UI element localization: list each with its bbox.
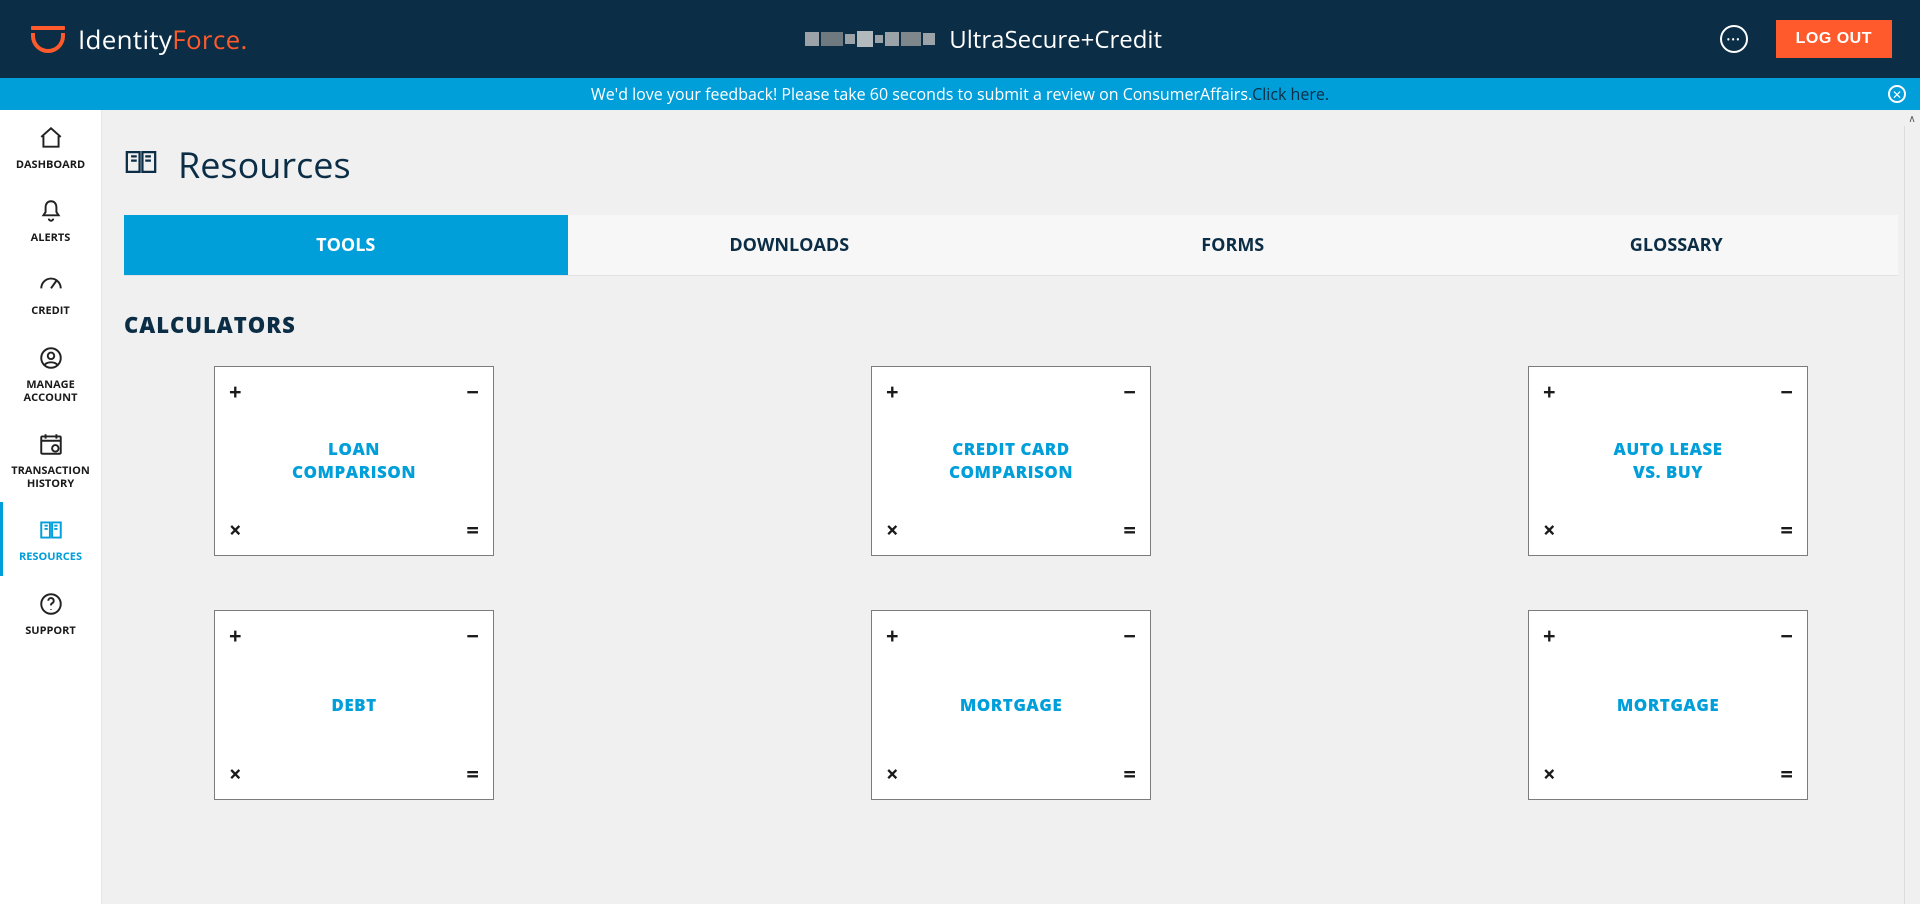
sidebar-item-label: CREDIT [31, 304, 70, 317]
calculator-mortgage-1[interactable]: + − × = MORTGAGE [871, 610, 1151, 800]
redacted-username [805, 31, 935, 47]
tab-forms[interactable]: FORMS [1011, 215, 1455, 275]
page-title: Resources [178, 140, 351, 189]
plus-icon: + [229, 621, 242, 651]
calculator-loan-comparison[interactable]: + − × = LOAN COMPARISON [214, 366, 494, 556]
main-content: Resources TOOLS DOWNLOADS FORMS GLOSSARY… [102, 110, 1920, 904]
brand-name-secondary: Force [172, 21, 240, 57]
plus-icon: + [229, 377, 242, 407]
tab-tools[interactable]: TOOLS [124, 215, 568, 275]
plus-icon: + [1543, 621, 1556, 651]
times-icon: × [229, 515, 242, 545]
calculator-title: AUTO LEASE VS. BUY [1614, 438, 1723, 484]
sidebar-item-label: RESOURCES [19, 550, 82, 563]
times-icon: × [1543, 759, 1556, 789]
app-header: IdentityForce. UltraSecure+Credit LOG OU… [0, 0, 1920, 78]
calculator-title: DEBT [331, 694, 376, 717]
minus-icon: − [1123, 377, 1136, 407]
section-title: CALCULATORS [124, 276, 1898, 366]
times-icon: × [886, 759, 899, 789]
plan-label: UltraSecure+Credit [949, 23, 1162, 56]
header-right: LOG OUT [1720, 20, 1892, 58]
brand-logo[interactable]: IdentityForce. [28, 19, 248, 59]
tab-label: FORMS [1201, 233, 1264, 257]
sidebar-item-label: SUPPORT [25, 624, 76, 637]
plus-icon: + [886, 377, 899, 407]
book-open-icon [124, 145, 158, 184]
equals-icon: = [1123, 759, 1136, 789]
book-icon [37, 516, 65, 544]
tab-label: GLOSSARY [1630, 233, 1723, 257]
gauge-icon [37, 270, 65, 298]
equals-icon: = [466, 759, 479, 789]
sidebar-item-resources[interactable]: RESOURCES [0, 502, 101, 575]
calculator-auto-lease-vs-buy[interactable]: + − × = AUTO LEASE VS. BUY [1528, 366, 1808, 556]
tab-label: DOWNLOADS [729, 233, 849, 257]
tab-downloads[interactable]: DOWNLOADS [568, 215, 1012, 275]
user-circle-icon [37, 344, 65, 372]
calculator-title: MORTGAGE [1617, 694, 1719, 717]
sidebar-item-alerts[interactable]: ALERTS [0, 183, 101, 256]
equals-icon: = [1780, 759, 1793, 789]
calculator-title: MORTGAGE [960, 694, 1062, 717]
sidebar-item-label: DASHBOARD [16, 158, 85, 171]
sidebar-item-dashboard[interactable]: DASHBOARD [0, 110, 101, 183]
logo-icon [28, 19, 68, 59]
minus-icon: − [1123, 621, 1136, 651]
sidebar-item-label: TRANSACTION HISTORY [11, 464, 90, 490]
brand-name: IdentityForce. [78, 21, 248, 57]
calculator-debt[interactable]: + − × = DEBT [214, 610, 494, 800]
page-header: Resources [124, 132, 1898, 215]
home-icon [37, 124, 65, 152]
sidebar-item-label: MANAGE ACCOUNT [24, 378, 78, 404]
help-icon [37, 590, 65, 618]
feedback-text: We'd love your feedback! Please take 60 … [591, 83, 1252, 105]
minus-icon: − [1780, 621, 1793, 651]
scrollbar-track[interactable] [1904, 110, 1920, 904]
minus-icon: − [466, 377, 479, 407]
sidebar-item-transaction-history[interactable]: TRANSACTION HISTORY [0, 416, 101, 502]
chat-icon[interactable] [1720, 25, 1748, 53]
brand-name-primary: Identity [78, 21, 172, 57]
sidebar-item-credit[interactable]: CREDIT [0, 256, 101, 329]
calculator-mortgage-2[interactable]: + − × = MORTGAGE [1528, 610, 1808, 800]
close-icon[interactable]: ✕ [1888, 85, 1906, 103]
scroll-up-icon[interactable]: ∧ [1904, 110, 1920, 126]
tab-label: TOOLS [316, 233, 375, 257]
calendar-money-icon [37, 430, 65, 458]
sidebar-item-support[interactable]: SUPPORT [0, 576, 101, 649]
calculators-grid: + − × = LOAN COMPARISON + − × = CREDIT C… [124, 366, 1898, 800]
calculator-title: CREDIT CARD COMPARISON [949, 438, 1073, 484]
plus-icon: + [886, 621, 899, 651]
feedback-link[interactable]: Click here. [1252, 83, 1329, 105]
calculator-credit-card-comparison[interactable]: + − × = CREDIT CARD COMPARISON [871, 366, 1151, 556]
minus-icon: − [1780, 377, 1793, 407]
tab-glossary[interactable]: GLOSSARY [1455, 215, 1899, 275]
bell-icon [37, 197, 65, 225]
header-center: UltraSecure+Credit [248, 23, 1720, 56]
equals-icon: = [466, 515, 479, 545]
equals-icon: = [1780, 515, 1793, 545]
sidebar-item-label: ALERTS [31, 231, 71, 244]
times-icon: × [229, 759, 242, 789]
minus-icon: − [466, 621, 479, 651]
times-icon: × [1543, 515, 1556, 545]
calculator-title: LOAN COMPARISON [292, 438, 416, 484]
tab-bar: TOOLS DOWNLOADS FORMS GLOSSARY [124, 215, 1898, 276]
equals-icon: = [1123, 515, 1136, 545]
plus-icon: + [1543, 377, 1556, 407]
logout-button[interactable]: LOG OUT [1776, 20, 1892, 58]
sidebar-item-manage-account[interactable]: MANAGE ACCOUNT [0, 330, 101, 416]
sidebar: DASHBOARD ALERTS CREDIT MANAGE ACCOUNT T [0, 110, 102, 904]
feedback-banner: We'd love your feedback! Please take 60 … [0, 78, 1920, 110]
times-icon: × [886, 515, 899, 545]
